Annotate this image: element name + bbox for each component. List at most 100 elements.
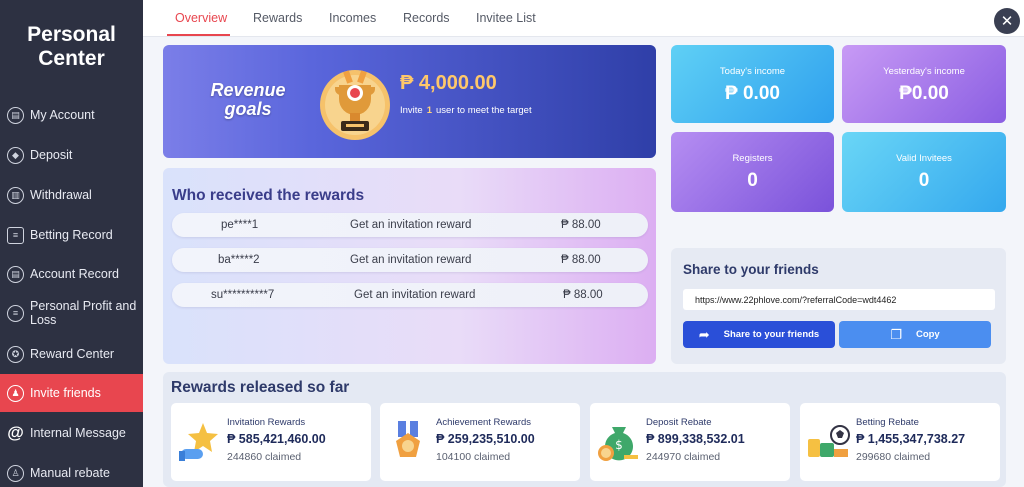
sidebar-item-betting-record[interactable]: ≡ Betting Record: [0, 224, 143, 246]
sidebar-item-label: Withdrawal: [30, 188, 92, 202]
deposit-icon: ◆: [7, 146, 24, 164]
reward-card-claimed: 104100 claimed: [436, 451, 511, 463]
sidebar-title: Personal Center: [27, 23, 116, 70]
sidebar-item-label: My Account: [30, 108, 95, 122]
sidebar-item-profit-loss[interactable]: ≡ Personal Profit and Loss: [0, 298, 143, 328]
list-item: su**********7 Get an invitation reward ₱…: [172, 283, 648, 307]
reward-card-claimed: 244970 claimed: [646, 451, 721, 463]
svg-text:$: $: [615, 438, 623, 452]
stat-label: Today's income: [719, 66, 786, 77]
sidebar-item-label: Personal Profit and Loss: [30, 299, 137, 327]
tab-overview[interactable]: Overview: [175, 11, 227, 25]
sidebar-item-label: Manual rebate: [30, 466, 110, 480]
share-to-friends-button[interactable]: ➦ Share to your friends: [683, 321, 835, 348]
reward-card-amount: ₱ 259,235,510.00: [436, 432, 535, 446]
tab-rewards[interactable]: Rewards: [253, 11, 302, 25]
reward-icon: ✪: [7, 345, 24, 363]
reward-card-amount: ₱ 1,455,347,738.27: [856, 432, 966, 446]
reward-card-claimed: 299680 claimed: [856, 451, 931, 463]
sidebar-item-label: Internal Message: [30, 426, 126, 440]
tab-incomes[interactable]: Incomes: [329, 11, 376, 25]
sidebar-item-account-record[interactable]: ▤ Account Record: [0, 263, 143, 285]
stat-label: Valid Invitees: [896, 153, 952, 164]
reward-card-name: Invitation Rewards: [227, 417, 306, 428]
close-icon: ✕: [1000, 13, 1014, 30]
rewards-released-panel: Rewards released so far Invitation Rewar…: [163, 372, 1006, 487]
stat-label: Registers: [732, 153, 773, 164]
reward-card-amount: ₱ 899,338,532.01: [646, 432, 745, 446]
reward-user: ba*****2: [218, 254, 260, 266]
betting-ball-icon: [808, 425, 850, 457]
reward-user: su**********7: [211, 289, 275, 301]
sidebar-item-deposit[interactable]: ◆ Deposit: [0, 144, 143, 166]
stat-value: 0: [747, 170, 758, 191]
reward-card-name: Betting Rebate: [856, 417, 919, 428]
share-panel: Share to your friends https://www.22phlo…: [671, 248, 1006, 364]
invitation-rewards-card: Invitation Rewards ₱ 585,421,460.00 2448…: [171, 403, 371, 481]
revenue-goals-card: Revenue goals ₱ 4,000.00 Invite 1 user to …: [163, 45, 656, 158]
yesterdays-income-card: Yesterday's income ₱0.00: [842, 45, 1006, 123]
withdrawal-icon: ▥: [7, 186, 24, 204]
account-icon: ▤: [7, 106, 24, 124]
tab-records[interactable]: Records: [403, 11, 450, 25]
active-tab-indicator: [167, 34, 230, 36]
stat-value: ₱0.00: [899, 83, 949, 104]
list-item: pe****1 Get an invitation reward ₱ 88.00: [172, 213, 648, 237]
who-received-title: Who received the rewards: [172, 187, 365, 204]
stat-label: Yesterday's income: [883, 66, 965, 77]
tab-invitee-list[interactable]: Invitee List: [476, 11, 536, 25]
revenue-goal-amount: ₱ 4,000.00: [400, 72, 497, 94]
copy-button-label: Copy: [915, 329, 940, 340]
reward-card-name: Deposit Rebate: [646, 417, 712, 428]
sidebar-item-label: Invite friends: [30, 386, 101, 400]
sidebar-item-withdrawal[interactable]: ▥ Withdrawal: [0, 184, 143, 206]
account-record-icon: ▤: [7, 265, 24, 283]
revenue-desc-suffix: user to meet the target: [436, 105, 532, 116]
share-button-label: Share to your friends: [723, 329, 820, 340]
sidebar-item-label: Reward Center: [30, 347, 115, 361]
copy-button[interactable]: ❐ Copy: [839, 321, 991, 348]
share-title: Share to your friends: [683, 262, 819, 277]
reward-text: Get an invitation reward: [350, 254, 472, 266]
sidebar-item-label: Deposit: [30, 148, 73, 162]
todays-income-card: Today's income ₱ 0.00: [671, 45, 834, 123]
sidebar-item-reward-center[interactable]: ✪ Reward Center: [0, 343, 143, 365]
tab-bar: Overview Rewards Incomes Records Invitee…: [143, 0, 1024, 37]
medal-icon: [396, 421, 420, 457]
share-icon: ➦: [698, 326, 710, 342]
rewards-released-title: Rewards released so far: [171, 379, 350, 396]
profit-loss-icon: ≡: [7, 304, 24, 322]
sidebar-item-label: Betting Record: [30, 228, 113, 242]
trophy-icon: [320, 70, 390, 140]
reward-user: pe****1: [221, 219, 259, 231]
registers-card: Registers 0: [671, 132, 834, 212]
sidebar: Personal Center ▤ My Account ◆ Deposit ▥…: [0, 0, 143, 487]
revenue-desc-count: 1: [426, 105, 433, 116]
reward-card-claimed: 244860 claimed: [227, 451, 302, 463]
reward-amount: ₱ 88.00: [561, 219, 601, 231]
sidebar-item-invite-friends[interactable]: ♟ Invite friends: [0, 374, 143, 412]
reward-text: Get an invitation reward: [354, 289, 476, 301]
who-received-panel: Who received the rewards pe****1 Get an …: [163, 168, 656, 364]
rebate-icon: ♙: [7, 464, 24, 482]
reward-amount: ₱ 88.00: [561, 254, 601, 266]
close-button[interactable]: ✕: [994, 8, 1020, 34]
valid-invitees-card: Valid Invitees 0: [842, 132, 1006, 212]
revenue-desc-prefix: Invite: [400, 105, 423, 116]
reward-amount: ₱ 88.00: [563, 289, 603, 301]
betting-record-icon: ≡: [7, 226, 24, 244]
reward-text: Get an invitation reward: [350, 219, 472, 231]
sidebar-item-internal-message[interactable]: @ Internal Message: [0, 422, 143, 444]
sidebar-item-my-account[interactable]: ▤ My Account: [0, 104, 143, 126]
stat-value: ₱ 0.00: [725, 83, 780, 104]
star-hand-icon: [179, 423, 218, 461]
copy-icon: ❐: [890, 326, 902, 342]
sidebar-item-manual-rebate[interactable]: ♙ Manual rebate: [0, 462, 143, 484]
sidebar-item-label: Account Record: [30, 267, 119, 281]
stat-value: 0: [918, 170, 930, 191]
achievement-rewards-card: Achievement Rewards ₱ 259,235,510.00 104…: [380, 403, 580, 481]
list-item: ba*****2 Get an invitation reward ₱ 88.0…: [172, 248, 648, 272]
deposit-rebate-card: $ Deposit Rebate ₱ 899,338,532.01 244970…: [590, 403, 790, 481]
revenue-goal-description: Invite 1 user to meet the target: [400, 105, 532, 116]
referral-link-field[interactable]: https://www.22phlove.com/?referralCode=w…: [683, 289, 995, 310]
